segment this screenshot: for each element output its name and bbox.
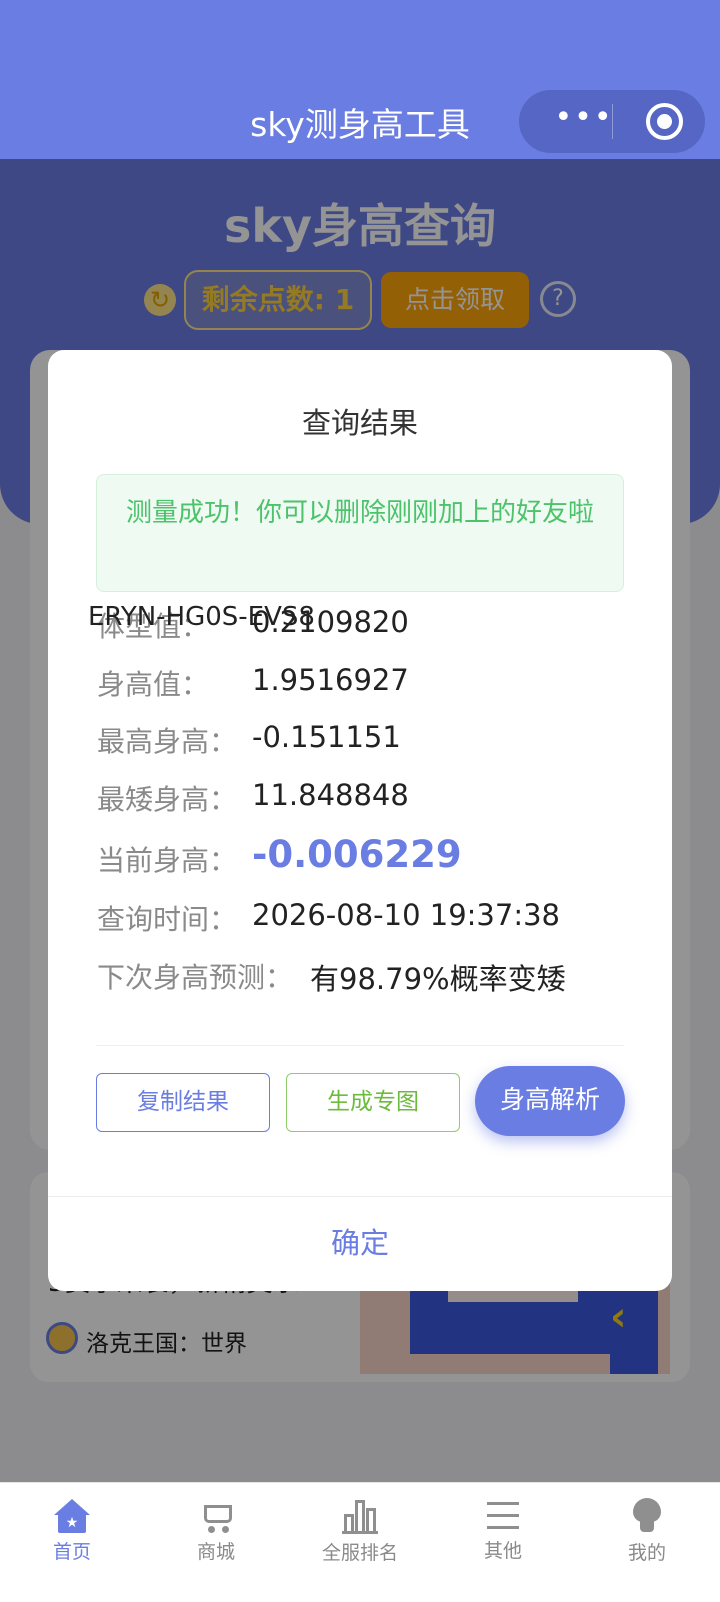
row-value: -0.151151 — [252, 720, 401, 754]
tab-ranking[interactable]: 全服排名 — [300, 1497, 420, 1565]
confirm-button[interactable]: 确定 — [48, 1196, 672, 1291]
tab-label: 我的 — [627, 1542, 666, 1564]
divider — [96, 1045, 624, 1046]
generate-image-button[interactable]: 生成专图 — [286, 1073, 460, 1132]
tab-label: 全服排名 — [321, 1542, 398, 1564]
cart-icon — [198, 1499, 234, 1533]
app-page: sky测身高工具 ••• sky身高查询 ↻ 剩余点数: 1 点击领取 ? 5赛… — [0, 0, 720, 1602]
capsule-divider — [612, 104, 613, 139]
top-navbar: sky测身高工具 ••• — [0, 0, 720, 159]
result-dialog: 查询结果 测量成功！你可以删除刚刚加上的好友啦 ERYN-HG0S-EVS8 体… — [48, 350, 672, 1291]
tab-profile[interactable]: 我的 — [587, 1497, 707, 1565]
height-analysis-button[interactable]: 身高解析 — [475, 1066, 625, 1136]
row-value: 有98.79%概率变矮 — [310, 962, 566, 996]
current-height-value: -0.006229 — [252, 833, 462, 876]
dialog-title: 查询结果 — [301, 406, 418, 440]
target-circle-icon[interactable] — [646, 103, 683, 140]
mini-program-capsule: ••• — [519, 90, 705, 153]
bottom-tab-bar: ★ 首页 商城 全服排名 其他 我的 — [0, 1482, 720, 1602]
row-label: 身高值： — [97, 668, 210, 701]
success-message: 测量成功！你可以删除刚刚加上的好友啦 — [96, 474, 624, 592]
more-dots-icon[interactable]: ••• — [549, 90, 619, 153]
query-code: ERYN-HG0S-EVS8 — [88, 602, 315, 632]
row-label: 最高身高： — [97, 725, 238, 758]
row-value: 1.9516927 — [252, 663, 409, 697]
row-label: 查询时间： — [97, 903, 238, 936]
row-label: 当前身高： — [97, 844, 238, 877]
tab-label: 首页 — [52, 1541, 91, 1563]
home-icon: ★ — [54, 1499, 90, 1533]
copy-result-button[interactable]: 复制结果 — [96, 1073, 270, 1132]
tab-label: 其他 — [483, 1540, 522, 1562]
tab-other[interactable]: 其他 — [443, 1497, 563, 1563]
row-label: 下次身高预测： — [97, 961, 294, 994]
ranking-icon — [342, 1498, 378, 1534]
profile-icon — [631, 1498, 663, 1534]
row-label: 最矮身高： — [97, 783, 238, 816]
tab-shop[interactable]: 商城 — [156, 1497, 276, 1564]
tab-home[interactable]: ★ 首页 — [12, 1497, 132, 1564]
row-value: 2026-08-10 19:37:38 — [252, 898, 560, 932]
tab-label: 商城 — [196, 1541, 235, 1563]
row-value: 11.848848 — [252, 778, 409, 812]
menu-icon — [487, 1502, 519, 1532]
